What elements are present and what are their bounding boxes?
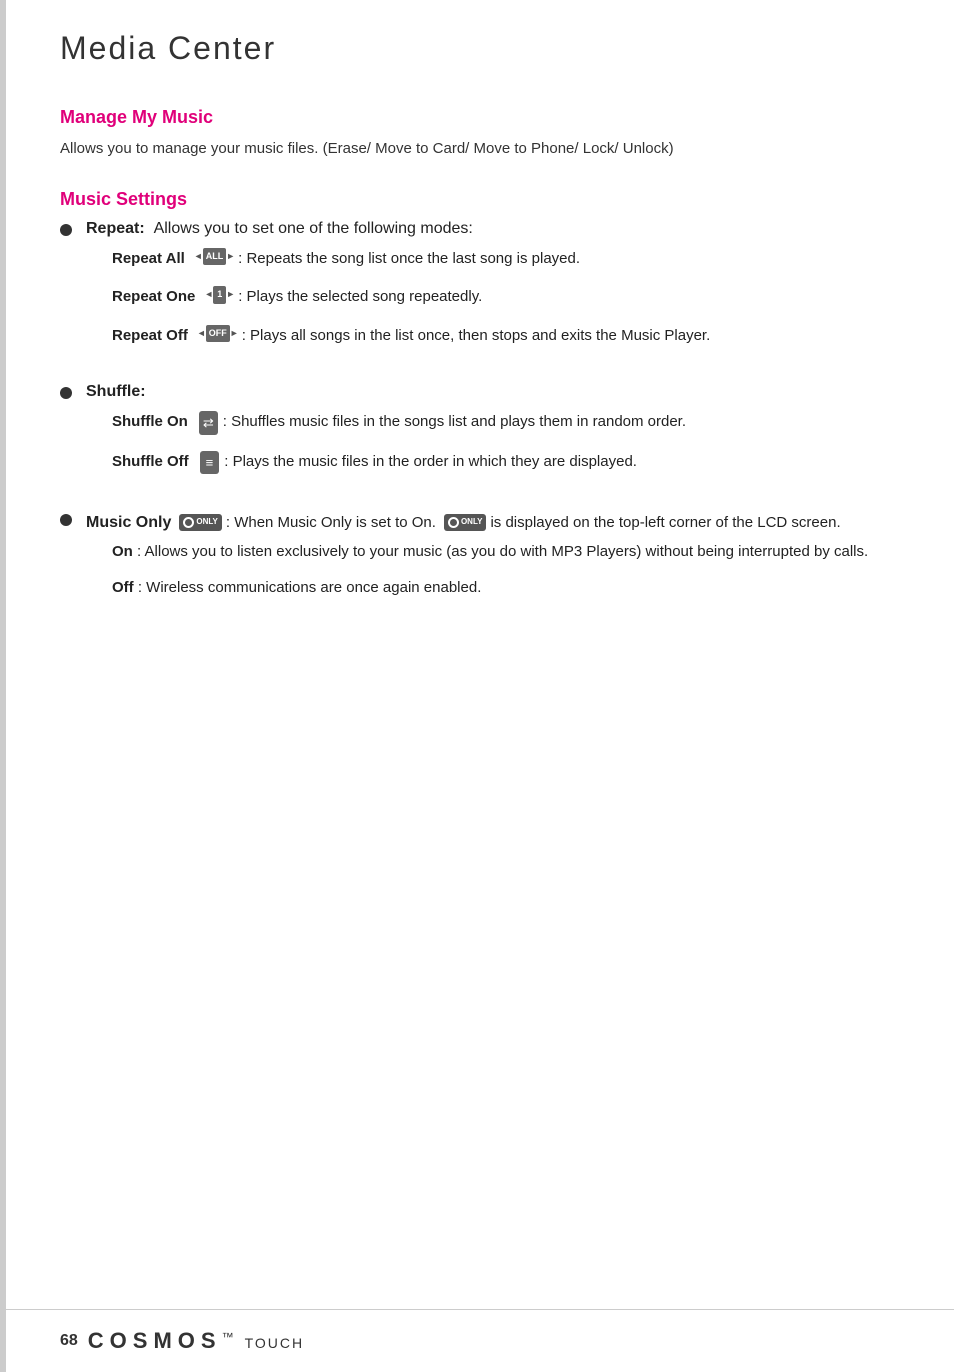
repeat-all-desc: : Repeats the song list once the last so… (238, 248, 710, 271)
shuffle-on-label: Shuffle On (112, 411, 188, 434)
only-text-1: ONLY (196, 516, 218, 529)
footer-brand: COSMOS™ TOUCH (88, 1328, 304, 1354)
music-only-desc2: is displayed on the top-left corner of t… (490, 511, 840, 535)
music-only-icon-1: ONLY (179, 514, 222, 531)
music-only-bullet-item: Music Only ONLY : When Music Only is set… (60, 510, 894, 614)
footer-page-number: 68 (60, 1332, 78, 1350)
music-only-icon-2: ONLY (444, 514, 487, 531)
repeat-all-label: Repeat All (112, 248, 185, 271)
left-bar (0, 0, 6, 1372)
music-settings-heading: Music Settings (60, 189, 894, 210)
repeat-bullet-item: Repeat: Allows you to set one of the fol… (60, 220, 894, 364)
repeat-one-item: Repeat One ◄ 1 ► : Plays the selected so… (112, 286, 710, 309)
shuffle-off-label: Shuffle Off (112, 451, 189, 474)
repeat-label: Repeat: Allows you to set one of the fol… (86, 220, 473, 237)
bullet-dot-music-only (60, 514, 72, 526)
off-item: Off : Wireless communications are once a… (112, 577, 894, 600)
footer-touch: TOUCH (245, 1335, 305, 1351)
repeat-off-item: Repeat Off ◄ OFF ► : Plays all songs in … (112, 325, 710, 348)
repeat-one-label: Repeat One (112, 286, 195, 309)
footer-brand-touch: ™ (222, 1330, 236, 1344)
bullet-dot-shuffle (60, 387, 72, 399)
off-desc: : Wireless communications are once again… (138, 579, 482, 596)
manage-my-music-desc: Allows you to manage your music files. (… (60, 138, 894, 161)
off-label: Off (112, 579, 134, 596)
settings-list: Repeat: Allows you to set one of the fol… (60, 220, 894, 614)
icon-circle-2 (448, 517, 459, 528)
icon-circle-1 (183, 517, 194, 528)
shuffle-on-desc: : Shuffles music files in the songs list… (223, 411, 686, 434)
repeat-one-icon: ◄ 1 ► (204, 286, 235, 304)
on-desc: : Allows you to listen exclusively to yo… (137, 543, 868, 560)
repeat-sub-items: Repeat All ◄ ALL ► : Repeats the song li… (112, 248, 710, 348)
music-settings-section: Music Settings Repeat: Allows you to set… (60, 189, 894, 614)
bullet-dot (60, 224, 72, 236)
shuffle-content: Shuffle: Shuffle On ⇄ : Shuffles music f… (86, 383, 686, 490)
on-off-items: On : Allows you to listen exclusively to… (112, 541, 894, 600)
footer: 68 COSMOS™ TOUCH (0, 1309, 954, 1372)
repeat-all-icon: ◄ ALL ► (194, 248, 235, 266)
repeat-off-icon: ◄ OFF ► (197, 325, 239, 343)
on-item: On : Allows you to listen exclusively to… (112, 541, 894, 564)
shuffle-bullet-item: Shuffle: Shuffle On ⇄ : Shuffles music f… (60, 383, 894, 490)
repeat-desc-text: Allows you to set one of the following m… (154, 220, 473, 237)
only-text-2: ONLY (461, 516, 483, 529)
repeat-off-desc: : Plays all songs in the list once, then… (242, 325, 711, 348)
repeat-off-label: Repeat Off (112, 325, 188, 348)
shuffle-sub-items: Shuffle On ⇄ : Shuffles music files in t… (112, 411, 686, 474)
music-only-desc: : When Music Only is set to On. (226, 511, 436, 535)
music-only-content: Music Only ONLY : When Music Only is set… (86, 510, 894, 614)
shuffle-on-item: Shuffle On ⇄ : Shuffles music files in t… (112, 411, 686, 435)
shuffle-off-icon: ≡ (200, 451, 220, 475)
on-label: On (112, 543, 133, 560)
repeat-one-desc: : Plays the selected song repeatedly. (238, 286, 710, 309)
shuffle-label: Shuffle: (86, 383, 146, 400)
footer-brand-name: COSMOS (88, 1328, 222, 1353)
manage-my-music-heading: Manage My Music (60, 107, 894, 128)
shuffle-off-item: Shuffle Off ≡ : Plays the music files in… (112, 451, 686, 475)
repeat-all-item: Repeat All ◄ ALL ► : Repeats the song li… (112, 248, 710, 271)
music-only-label: Music Only (86, 510, 171, 536)
manage-my-music-section: Manage My Music Allows you to manage you… (60, 107, 894, 161)
shuffle-off-desc: : Plays the music files in the order in … (224, 451, 686, 474)
page-title: Media Center (60, 30, 894, 77)
repeat-content: Repeat: Allows you to set one of the fol… (86, 220, 710, 364)
shuffle-on-icon: ⇄ (199, 411, 218, 435)
